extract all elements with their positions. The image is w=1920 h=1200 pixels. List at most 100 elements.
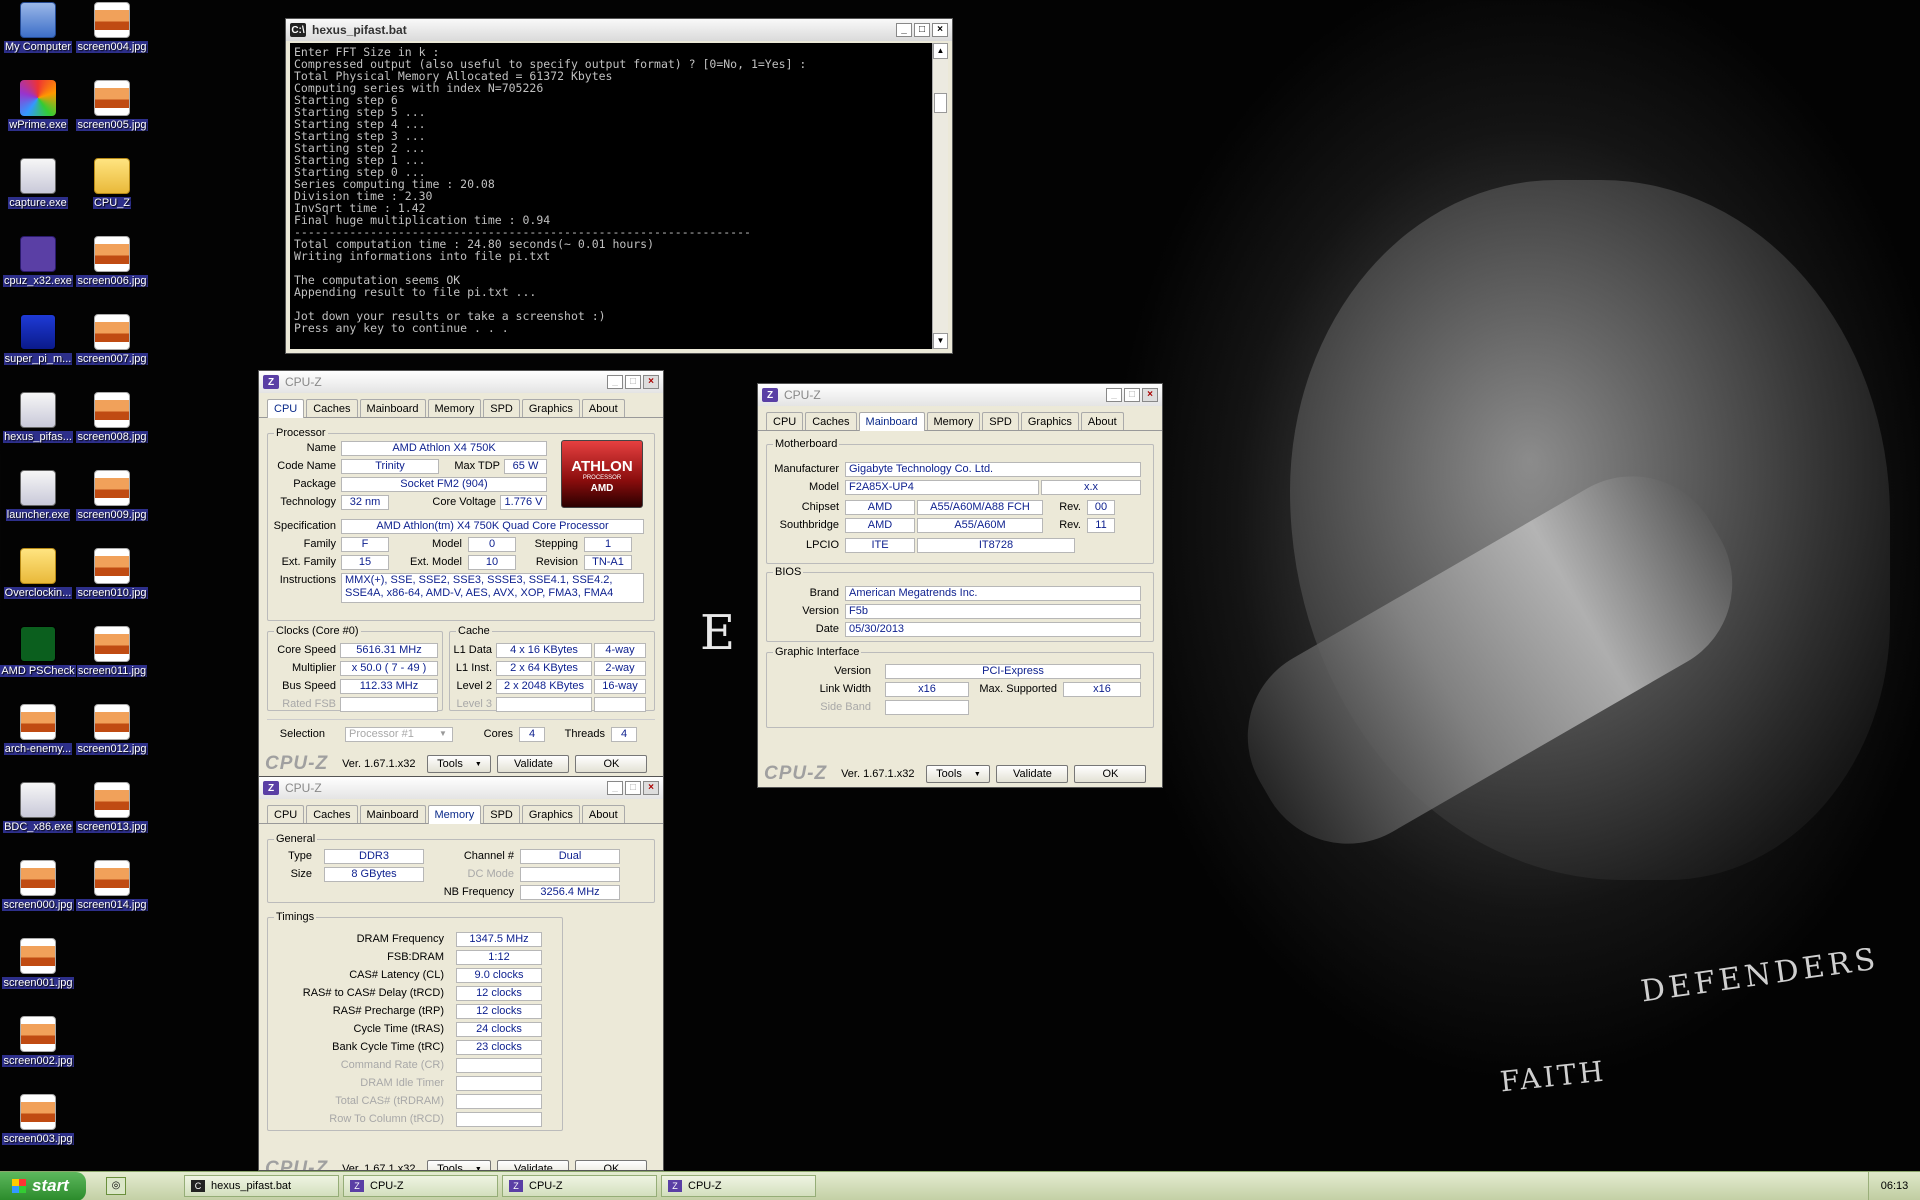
- maximize-button[interactable]: □: [625, 781, 641, 795]
- tab-about[interactable]: About: [581, 399, 625, 417]
- tab-memory[interactable]: Memory: [427, 399, 482, 417]
- desktop-icon[interactable]: screen008.jpg: [73, 390, 151, 464]
- desktop-icon[interactable]: hexus_pifas...: [0, 390, 77, 464]
- tools-button[interactable]: Tools ▼: [926, 765, 991, 783]
- desktop-icon[interactable]: CPU_Z: [73, 156, 151, 230]
- tab-spd[interactable]: SPD: [483, 399, 520, 417]
- ok-button[interactable]: OK: [1074, 765, 1147, 783]
- console-output[interactable]: Enter FFT Size in k : Compressed output (…: [290, 43, 932, 349]
- tab-graphics[interactable]: Graphics: [1020, 412, 1079, 430]
- cpuz-window-mainboard[interactable]: Z CPU-Z _ □ × CPU Caches Mainboard Memory SP…: [757, 383, 1163, 788]
- taskbar-button[interactable]: Z CPU-Z: [661, 1175, 816, 1197]
- desktop-icon[interactable]: screen014.jpg: [73, 858, 151, 932]
- tab-cpu[interactable]: CPU: [267, 399, 305, 418]
- tools-button[interactable]: Tools ▼: [427, 755, 492, 773]
- desktop-icon[interactable]: screen003.jpg: [0, 1092, 77, 1166]
- tab-about[interactable]: About: [581, 805, 625, 823]
- desktop-icon[interactable]: screen002.jpg: [0, 1014, 77, 1088]
- minimize-button[interactable]: _: [607, 781, 623, 795]
- ok-button[interactable]: OK: [575, 755, 648, 773]
- desktop-icon[interactable]: super_pi_m...: [0, 312, 77, 386]
- southbridge-vendor-value: AMD: [845, 518, 915, 533]
- maximize-button[interactable]: □: [1124, 388, 1140, 402]
- desktop-icon[interactable]: capture.exe: [0, 156, 77, 230]
- close-button[interactable]: ×: [932, 23, 948, 37]
- timing-label: Total CAS# (tRDRAM): [335, 1095, 444, 1107]
- validate-button[interactable]: Validate: [497, 755, 570, 773]
- ext-model-value: 10: [468, 555, 516, 570]
- ok-button[interactable]: OK: [575, 1160, 648, 1170]
- quicklaunch-icon[interactable]: ◎: [106, 1177, 126, 1195]
- validate-button[interactable]: Validate: [497, 1160, 570, 1170]
- cpuz-titlebar[interactable]: Z CPU-Z _ □ ×: [758, 384, 1162, 406]
- cpuz-window-cpu[interactable]: Z CPU-Z _ □ × CPU Caches Mainboard Memory SP…: [258, 370, 664, 778]
- desktop-icon[interactable]: screen004.jpg: [73, 0, 151, 74]
- tab-mainboard[interactable]: Mainboard: [359, 805, 426, 823]
- scroll-up-icon[interactable]: ▲: [933, 43, 948, 59]
- start-button[interactable]: start: [0, 1171, 86, 1200]
- tools-button[interactable]: Tools ▼: [427, 1160, 492, 1170]
- tab-spd[interactable]: SPD: [483, 805, 520, 823]
- taskbar-button[interactable]: Chexus_pifast.bat: [184, 1175, 339, 1197]
- cpuz-window-memory[interactable]: Z CPU-Z _ □ × CPU Caches Mainboard Memory SP…: [258, 776, 664, 1171]
- desktop-icon[interactable]: screen012.jpg: [73, 702, 151, 776]
- tab-cpu[interactable]: CPU: [766, 412, 804, 430]
- tab-mainboard[interactable]: Mainboard: [858, 412, 925, 431]
- desktop-icon[interactable]: screen001.jpg: [0, 936, 77, 1010]
- desktop-icon[interactable]: wPrime.exe: [0, 78, 77, 152]
- minimize-button[interactable]: _: [607, 375, 623, 389]
- cpuz-titlebar[interactable]: Z CPU-Z _ □ ×: [259, 371, 663, 393]
- label: Package: [293, 478, 336, 490]
- maximize-button[interactable]: □: [914, 23, 930, 37]
- tab-spd[interactable]: SPD: [982, 412, 1019, 430]
- desktop-icon[interactable]: launcher.exe: [0, 468, 77, 542]
- minimize-button[interactable]: _: [896, 23, 912, 37]
- desktop-icon[interactable]: screen000.jpg: [0, 858, 77, 932]
- desktop-icon[interactable]: screen007.jpg: [73, 312, 151, 386]
- folder-file-icon: [94, 158, 130, 194]
- close-button[interactable]: ×: [1142, 388, 1158, 402]
- processor-name-value: AMD Athlon X4 750K: [341, 441, 547, 456]
- scroll-thumb[interactable]: [934, 93, 947, 113]
- tab-mainboard[interactable]: Mainboard: [359, 399, 426, 417]
- desktop-icon[interactable]: screen005.jpg: [73, 78, 151, 152]
- desktop-icon[interactable]: screen013.jpg: [73, 780, 151, 854]
- tab-caches[interactable]: Caches: [306, 399, 358, 417]
- console-titlebar[interactable]: C:\ hexus_pifast.bat _ □ ×: [286, 19, 952, 41]
- close-button[interactable]: ×: [643, 781, 659, 795]
- tab-graphics[interactable]: Graphics: [521, 399, 580, 417]
- desktop-icon[interactable]: screen009.jpg: [73, 468, 151, 542]
- desktop-icon[interactable]: AMD PSCheck: [0, 624, 77, 698]
- tab-memory[interactable]: Memory: [427, 805, 482, 824]
- desktop-icon[interactable]: cpuz_x32.exe: [0, 234, 77, 308]
- nb-frequency-value: 3256.4 MHz: [520, 885, 620, 900]
- tab-graphics[interactable]: Graphics: [521, 805, 580, 823]
- close-button[interactable]: ×: [643, 375, 659, 389]
- taskbar-button[interactable]: Z CPU-Z: [502, 1175, 657, 1197]
- system-tray-clock[interactable]: 06:13: [1868, 1171, 1920, 1200]
- validate-button[interactable]: Validate: [996, 765, 1069, 783]
- processor-selection-dropdown[interactable]: Processor #1: [345, 727, 453, 742]
- gi-version-value: PCI-Express: [885, 664, 1141, 679]
- desktop-icon[interactable]: Overclockin...: [0, 546, 77, 620]
- tab-caches[interactable]: Caches: [306, 805, 358, 823]
- maximize-button[interactable]: □: [625, 375, 641, 389]
- taskbar-button[interactable]: Z CPU-Z: [343, 1175, 498, 1197]
- desktop-icon[interactable]: screen011.jpg: [73, 624, 151, 698]
- tab-cpu[interactable]: CPU: [267, 805, 305, 823]
- chevron-down-icon[interactable]: ▼: [439, 729, 447, 738]
- console-scrollbar[interactable]: ▲ ▼: [932, 43, 948, 349]
- scroll-down-icon[interactable]: ▼: [933, 333, 948, 349]
- cpuz-titlebar[interactable]: Z CPU-Z _ □ ×: [259, 777, 663, 799]
- desktop-icon[interactable]: BDC_x86.exe: [0, 780, 77, 854]
- tab-memory[interactable]: Memory: [926, 412, 981, 430]
- label: Threads: [564, 728, 605, 740]
- desktop-icon[interactable]: screen010.jpg: [73, 546, 151, 620]
- minimize-button[interactable]: _: [1106, 388, 1122, 402]
- desktop-icon[interactable]: My Computer: [0, 0, 77, 74]
- tab-about[interactable]: About: [1080, 412, 1124, 430]
- desktop-icon[interactable]: arch-enemy...: [0, 702, 77, 776]
- console-window[interactable]: C:\ hexus_pifast.bat _ □ × Enter FFT Siz…: [285, 18, 953, 354]
- tab-caches[interactable]: Caches: [805, 412, 857, 430]
- desktop-icon[interactable]: screen006.jpg: [73, 234, 151, 308]
